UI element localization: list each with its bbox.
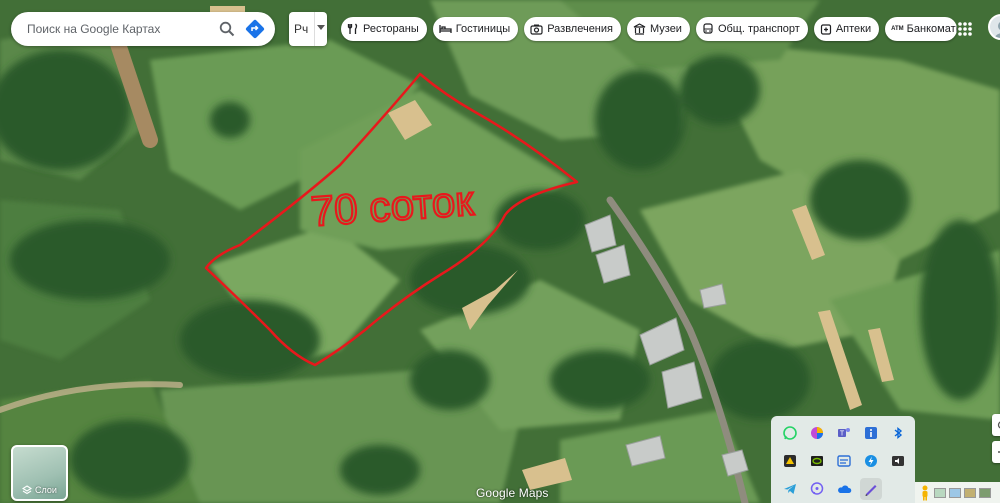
nvidia-icon[interactable] bbox=[806, 450, 828, 472]
fork-knife-icon bbox=[347, 23, 358, 34]
layers-button[interactable]: Слои bbox=[11, 445, 68, 501]
chip-label: Общ. транспорт bbox=[717, 23, 800, 35]
audio-icon[interactable] bbox=[887, 450, 909, 472]
layers-label: Слои bbox=[35, 485, 57, 495]
search-input[interactable] bbox=[11, 12, 213, 46]
chip-label: Гостиницы bbox=[455, 23, 511, 35]
input-tools-label: Рч bbox=[294, 22, 309, 36]
zoom-in-button[interactable] bbox=[992, 441, 1000, 463]
satellite-thumbnail[interactable] bbox=[964, 487, 976, 498]
speedtest-icon[interactable] bbox=[860, 450, 882, 472]
chip-label: Развлечения bbox=[547, 23, 613, 35]
chip-label: Музеи bbox=[649, 23, 682, 35]
chip-hotels[interactable]: Гостиницы bbox=[432, 17, 519, 41]
bus-icon bbox=[703, 23, 713, 34]
input-tools-button[interactable]: Рч bbox=[289, 12, 327, 46]
chip-entertainment[interactable]: Развлечения bbox=[524, 17, 621, 41]
globe-thumbnail[interactable] bbox=[979, 487, 991, 498]
info-app-icon[interactable] bbox=[860, 422, 882, 444]
terrain-thumbnail[interactable] bbox=[934, 487, 946, 498]
telegram-icon[interactable] bbox=[779, 478, 801, 500]
chip-label: Рестораны bbox=[363, 23, 419, 35]
bottom-controls-strip bbox=[915, 482, 1000, 503]
directions-icon[interactable] bbox=[241, 15, 269, 43]
apps-grid-icon[interactable] bbox=[953, 17, 977, 41]
onedrive-icon[interactable] bbox=[833, 478, 855, 500]
viber-icon[interactable] bbox=[806, 478, 828, 500]
steelseries-icon[interactable] bbox=[833, 450, 855, 472]
map-thumbnail[interactable] bbox=[949, 487, 961, 498]
system-tray-overflow: T bbox=[771, 416, 915, 503]
warning-app-icon[interactable] bbox=[779, 450, 801, 472]
chip-pharmacies[interactable]: Аптеки bbox=[813, 17, 880, 41]
color-picker-icon[interactable] bbox=[806, 422, 828, 444]
chip-restaurants[interactable]: Рестораны bbox=[341, 17, 427, 41]
pegman-icon[interactable] bbox=[919, 485, 931, 501]
divider bbox=[314, 12, 315, 46]
plus-icon bbox=[998, 451, 1000, 453]
chip-label: Банкоматы bbox=[906, 23, 957, 35]
my-location-button[interactable] bbox=[992, 414, 1000, 436]
category-chips: Рестораны Гостиницы Развлечения Музеи Об… bbox=[341, 17, 958, 41]
pharmacy-icon bbox=[820, 24, 831, 35]
chip-museums[interactable]: Музеи bbox=[626, 17, 690, 41]
chip-atm[interactable]: ATM Банкоматы bbox=[885, 17, 958, 41]
bluetooth-icon[interactable] bbox=[887, 422, 909, 444]
bed-icon bbox=[439, 25, 452, 33]
chip-transit[interactable]: Общ. транспорт bbox=[695, 17, 808, 41]
chip-label: Аптеки bbox=[835, 23, 872, 35]
whatsapp-icon[interactable] bbox=[779, 422, 801, 444]
chevron-down-icon[interactable] bbox=[317, 25, 325, 30]
pen-icon[interactable] bbox=[860, 478, 882, 500]
search-box[interactable] bbox=[11, 12, 275, 46]
teams-icon[interactable]: T bbox=[833, 422, 855, 444]
google-maps-logo: Google Maps bbox=[476, 486, 549, 500]
camera-icon bbox=[530, 24, 543, 35]
museum-icon bbox=[633, 23, 646, 35]
search-icon[interactable] bbox=[213, 15, 241, 43]
layers-icon bbox=[22, 485, 33, 495]
svg-text:T: T bbox=[840, 431, 845, 438]
crosshair-icon bbox=[997, 421, 1000, 429]
layers-label-row: Слои bbox=[13, 485, 66, 495]
atm-icon: ATM bbox=[891, 26, 904, 32]
